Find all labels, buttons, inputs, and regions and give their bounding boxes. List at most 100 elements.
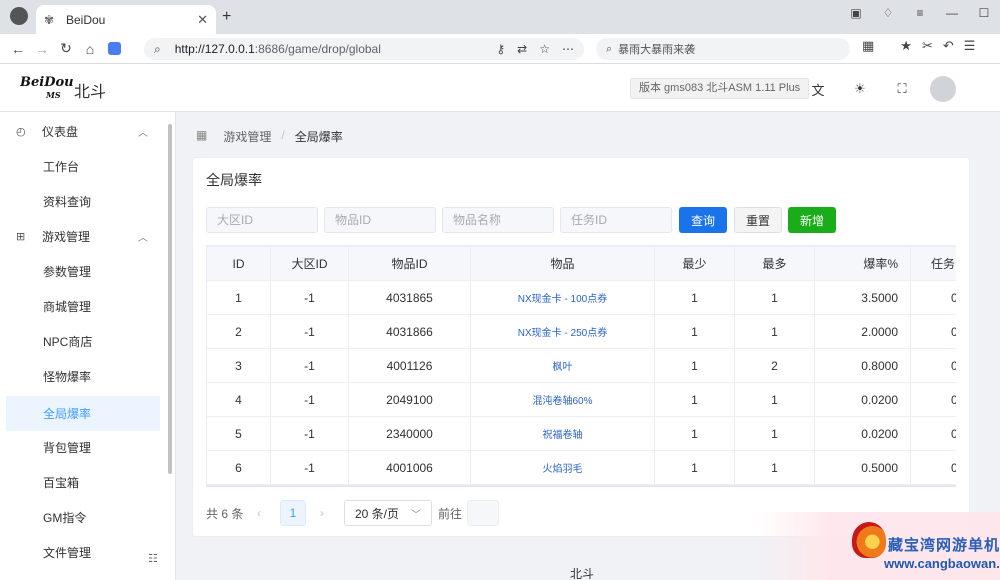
overflow-menu-icon[interactable]: ☰ <box>964 38 976 54</box>
goto-label: 前往 <box>438 506 463 521</box>
sidebar-item-global-drop[interactable]: 全局爆率 <box>6 396 160 431</box>
reset-button[interactable]: 重置 <box>734 207 782 233</box>
collapse-sidebar-icon[interactable]: ☷ <box>148 552 158 565</box>
column-header-quest[interactable]: 任务I <box>910 246 956 281</box>
shirt-icon[interactable]: ♢ <box>872 2 904 24</box>
table-horizontal-scrollbar[interactable] <box>206 485 956 487</box>
column-header-world-id[interactable]: 大区ID <box>270 246 349 281</box>
cell-min: 1 <box>654 314 735 349</box>
item-name-input[interactable]: 物品名称 <box>442 207 554 233</box>
column-header-item-id[interactable]: 物品ID <box>348 246 471 281</box>
prev-page-button[interactable]: ‹ <box>257 500 261 526</box>
more-icon[interactable]: ⋯ <box>562 42 574 56</box>
next-page-button[interactable]: › <box>320 500 324 526</box>
cell-id: 6 <box>206 450 271 485</box>
cell-item-name: NX现金卡 - 100点券 <box>470 280 655 315</box>
cell-rate: 0.5000 <box>814 450 911 485</box>
translate-icon[interactable]: ⇄ <box>517 42 527 56</box>
grid-icon[interactable]: ▦ <box>196 128 207 145</box>
table-row[interactable]: 1-14031865NX现金卡 - 100点券113.50000 <box>206 280 956 315</box>
item-id-input[interactable]: 物品ID <box>324 207 436 233</box>
sidebar-item-params[interactable]: 参数管理 <box>0 254 168 289</box>
user-avatar[interactable] <box>930 76 956 102</box>
page-size-select[interactable]: 20 条/页 ﹀ <box>344 500 432 526</box>
watermark-url: www.cangbaowan.net <box>884 556 1000 571</box>
sidebar-group-game[interactable]: ⊞ 游戏管理 ︿ <box>0 219 168 254</box>
sidebar-item-inventory[interactable]: 背包管理 <box>0 430 168 465</box>
table-row[interactable]: 2-14031866NX现金卡 - 250点券112.00000 <box>206 314 956 349</box>
sidebar-item-workbench[interactable]: 工作台 <box>0 149 168 184</box>
cell-max: 1 <box>734 314 815 349</box>
sidebar-item-npc-shop[interactable]: NPC商店 <box>0 324 168 359</box>
address-bar[interactable]: ⌕ http://127.0.0.1 :8686/game/drop/globa… <box>144 38 584 60</box>
home-icon[interactable]: ⌂ <box>78 37 102 61</box>
table-row[interactable]: 5-12340000祝福卷轴110.02000 <box>206 416 956 451</box>
pagination-total: 共 6 条 <box>206 506 244 521</box>
cell-id: 4 <box>206 382 271 417</box>
sidebar-item-shop[interactable]: 商城管理 <box>0 289 168 324</box>
browser-search-box[interactable]: ⌕ 暴雨大暴雨来袭 <box>596 38 850 60</box>
quest-id-input[interactable]: 任务ID <box>560 207 672 233</box>
new-tab-icon[interactable]: + <box>222 8 231 26</box>
breadcrumb-game[interactable]: 游戏管理 <box>223 128 271 145</box>
apps-icon[interactable]: ▦ <box>862 38 874 54</box>
page-number-current[interactable]: 1 <box>280 500 306 526</box>
column-header-min[interactable]: 最少 <box>654 246 735 281</box>
sidebar-item-file-manager[interactable]: 文件管理 <box>0 535 168 570</box>
cell-max: 2 <box>734 348 815 383</box>
table-row[interactable]: 4-12049100混沌卷轴60%110.02000 <box>206 382 956 417</box>
cell-world-id: -1 <box>270 382 349 417</box>
key-icon[interactable]: ⚷ <box>496 42 505 56</box>
browser-tab[interactable]: ✾ BeiDou ✕ <box>36 5 216 34</box>
forward-icon[interactable]: → <box>30 37 54 61</box>
maximize-icon[interactable]: ☐ <box>968 2 1000 24</box>
search-icon: ⌕ <box>606 42 613 55</box>
sidebar-scrollbar[interactable] <box>168 124 172 474</box>
tab-title: BeiDou <box>66 12 106 27</box>
cell-item-id: 2049100 <box>348 382 471 417</box>
table-row[interactable]: 3-14001126枫叶120.80000 <box>206 348 956 383</box>
reload-icon[interactable]: ↻ <box>54 37 78 61</box>
minimize-icon[interactable]: — <box>936 2 968 24</box>
cell-max: 1 <box>734 382 815 417</box>
language-icon[interactable]: 文 <box>808 79 828 99</box>
table-row[interactable]: 6-14001006火焰羽毛110.50000 <box>206 450 956 485</box>
world-id-input[interactable]: 大区ID <box>206 207 318 233</box>
cell-item-id: 4001126 <box>348 348 471 383</box>
card-title: 全局爆率 <box>206 172 262 188</box>
column-header-rate[interactable]: 爆率% <box>814 246 911 281</box>
url-host: http://127.0.0.1 <box>174 42 255 56</box>
star-icon[interactable]: ☆ <box>539 42 550 56</box>
cell-quest: 0 <box>910 348 956 383</box>
column-header-item[interactable]: 物品 <box>470 246 655 281</box>
fullscreen-icon[interactable]: ⛶ <box>892 79 912 99</box>
add-button[interactable]: 新增 <box>788 207 836 233</box>
logo-text: BeiDou <box>20 75 74 90</box>
tab-count-icon[interactable]: ▣ <box>840 2 872 24</box>
ai-icon[interactable] <box>102 37 126 61</box>
sidebar-item-label: GM指令 <box>43 511 87 525</box>
sidebar-item-label: 全局爆率 <box>43 407 92 421</box>
cell-quest: 0 <box>910 382 956 417</box>
goto-page-input[interactable] <box>467 500 499 526</box>
game-icon: ⊞ <box>16 231 26 243</box>
favorites-icon[interactable]: ★ <box>900 38 912 54</box>
profile-avatar[interactable] <box>10 7 28 25</box>
tab-close-icon[interactable]: ✕ <box>197 12 208 28</box>
column-header-max[interactable]: 最多 <box>734 246 815 281</box>
sidebar-item-data-query[interactable]: 资料查询 <box>0 184 168 219</box>
sidebar-item-gm-command[interactable]: GM指令 <box>0 500 168 535</box>
back-icon[interactable]: ← <box>6 37 30 61</box>
cut-icon[interactable]: ✂ <box>922 38 933 54</box>
sidebar-group-dashboard[interactable]: ◴ 仪表盘 ︿ <box>0 114 168 149</box>
sidebar-item-monster-drop[interactable]: 怪物爆率 <box>0 359 168 394</box>
query-button[interactable]: 查询 <box>679 207 727 233</box>
column-header-id[interactable]: ID <box>206 246 271 281</box>
menu-icon[interactable]: ≡ <box>904 2 936 24</box>
cell-item-name: 祝福卷轴 <box>470 416 655 451</box>
sidebar-item-treasure-box[interactable]: 百宝箱 <box>0 465 168 500</box>
cell-quest: 0 <box>910 416 956 451</box>
brand-title: 北斗 <box>74 84 107 101</box>
undo-icon[interactable]: ↶ <box>943 38 954 54</box>
theme-sun-icon[interactable]: ☀ <box>850 79 870 99</box>
